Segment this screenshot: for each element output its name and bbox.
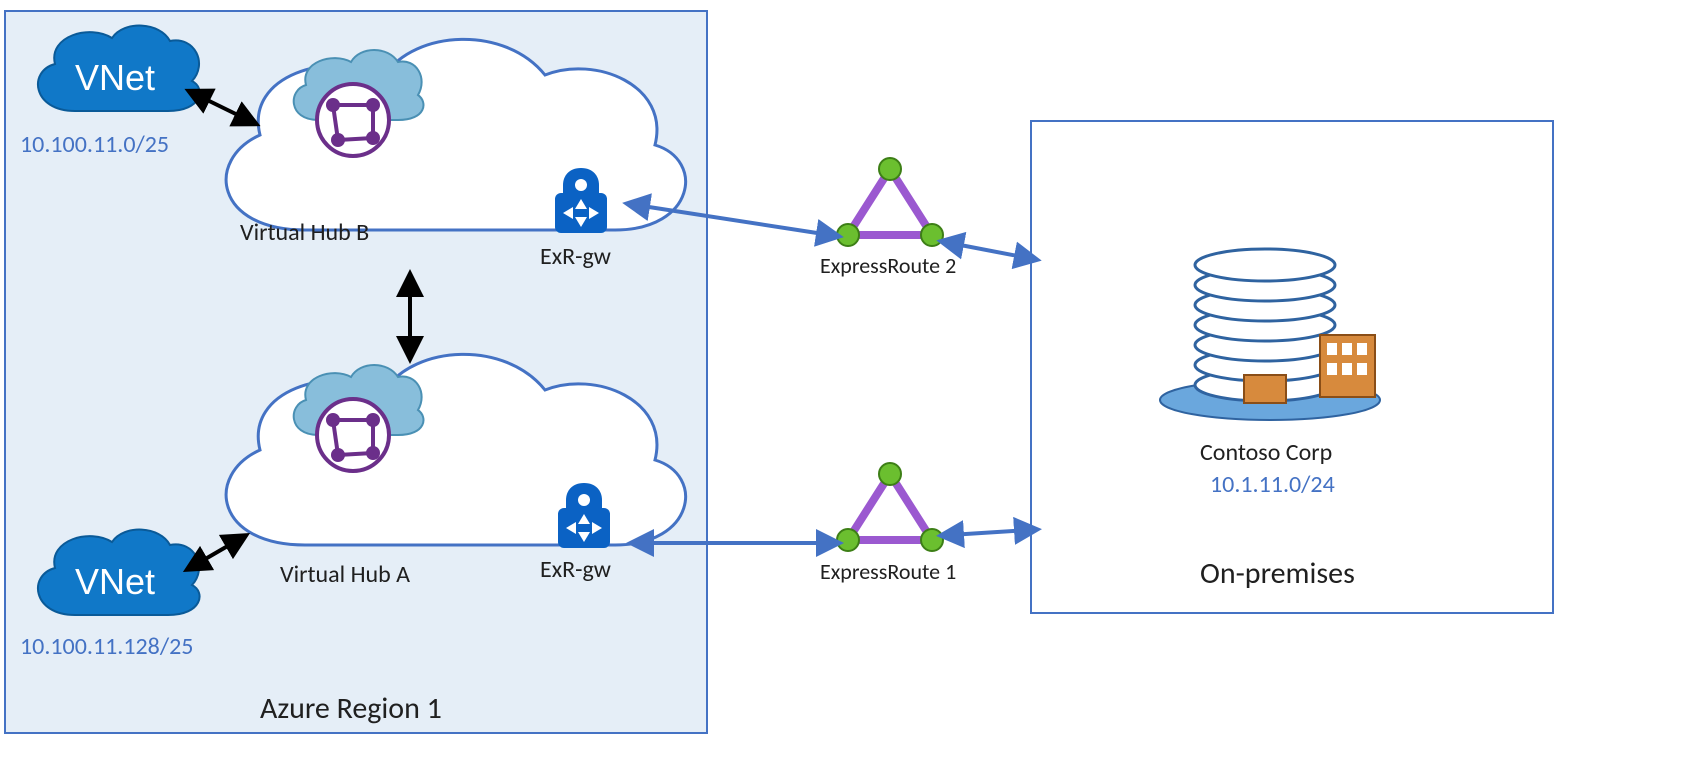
connectors	[0, 0, 1693, 766]
